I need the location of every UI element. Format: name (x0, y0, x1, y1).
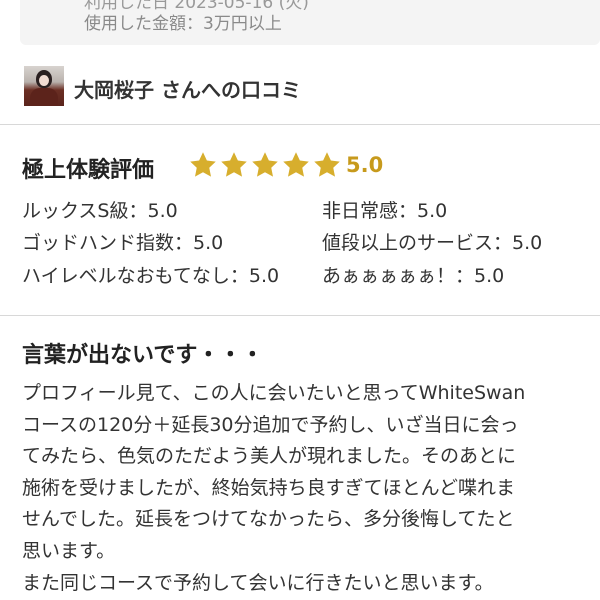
criteria-god-hand: ゴッドハンド指数：5.0 (22, 232, 224, 254)
rating-score: 5.0 (346, 153, 384, 177)
star-icon (314, 152, 340, 177)
star-icon (190, 152, 216, 177)
criteria-hospitality: ハイレベルなおもてなし：5.0 (22, 265, 280, 287)
rating-label: 極上体験評価 (22, 158, 155, 183)
star-rating (188, 150, 342, 180)
review-title: 言葉が出ないです・・・ (22, 343, 264, 368)
review-line: 施術を受けましたが、終始気持ち良すぎてほとんど喋れま (22, 476, 516, 499)
rating-header: 極上体験評価 5.0 (22, 150, 582, 183)
criteria-value: 値段以上のサービス：5.0 (322, 232, 543, 254)
divider (0, 315, 600, 316)
divider (0, 124, 600, 125)
review-line: プロフィール見て、この人に会いたいと思ってWhiteSwan (22, 382, 526, 404)
visit-info-box: 利用した日 2023-05-16 (火) 使用した金額：3万円以上 (20, 0, 600, 45)
criteria-ah: あぁぁぁぁぁ！：5.0 (322, 265, 505, 287)
star-icon (221, 152, 247, 177)
criteria-extraordinary: 非日常感：5.0 (322, 200, 448, 222)
review-body: プロフィール見て、この人に会いたいと思ってWhiteSwan コースの120分＋… (22, 378, 594, 599)
review-line: コースの120分＋延長30分追加で予約し、いざ当日に会っ (22, 413, 519, 436)
star-icon (283, 152, 309, 177)
avatar[interactable] (24, 66, 64, 106)
review-line: 思います。 (22, 539, 116, 562)
criteria-looks: ルックスS級：5.0 (22, 200, 178, 222)
reviewer-header: 大岡桜子 さんへの口コミ (24, 66, 584, 106)
review-target-title: 大岡桜子 さんへの口コミ (74, 78, 301, 102)
review-line: てみたら、色気のただよう美人が現れました。そのあとに (22, 445, 517, 468)
star-icon (252, 152, 278, 177)
review-line: せんでした。延長をつけてなかったら、多分後悔してたと (22, 508, 515, 531)
amount-spent-text: 使用した金額：3万円以上 (84, 14, 282, 34)
review-line: また同じコースで予約して会いに行きたいと思います。 (22, 571, 494, 594)
